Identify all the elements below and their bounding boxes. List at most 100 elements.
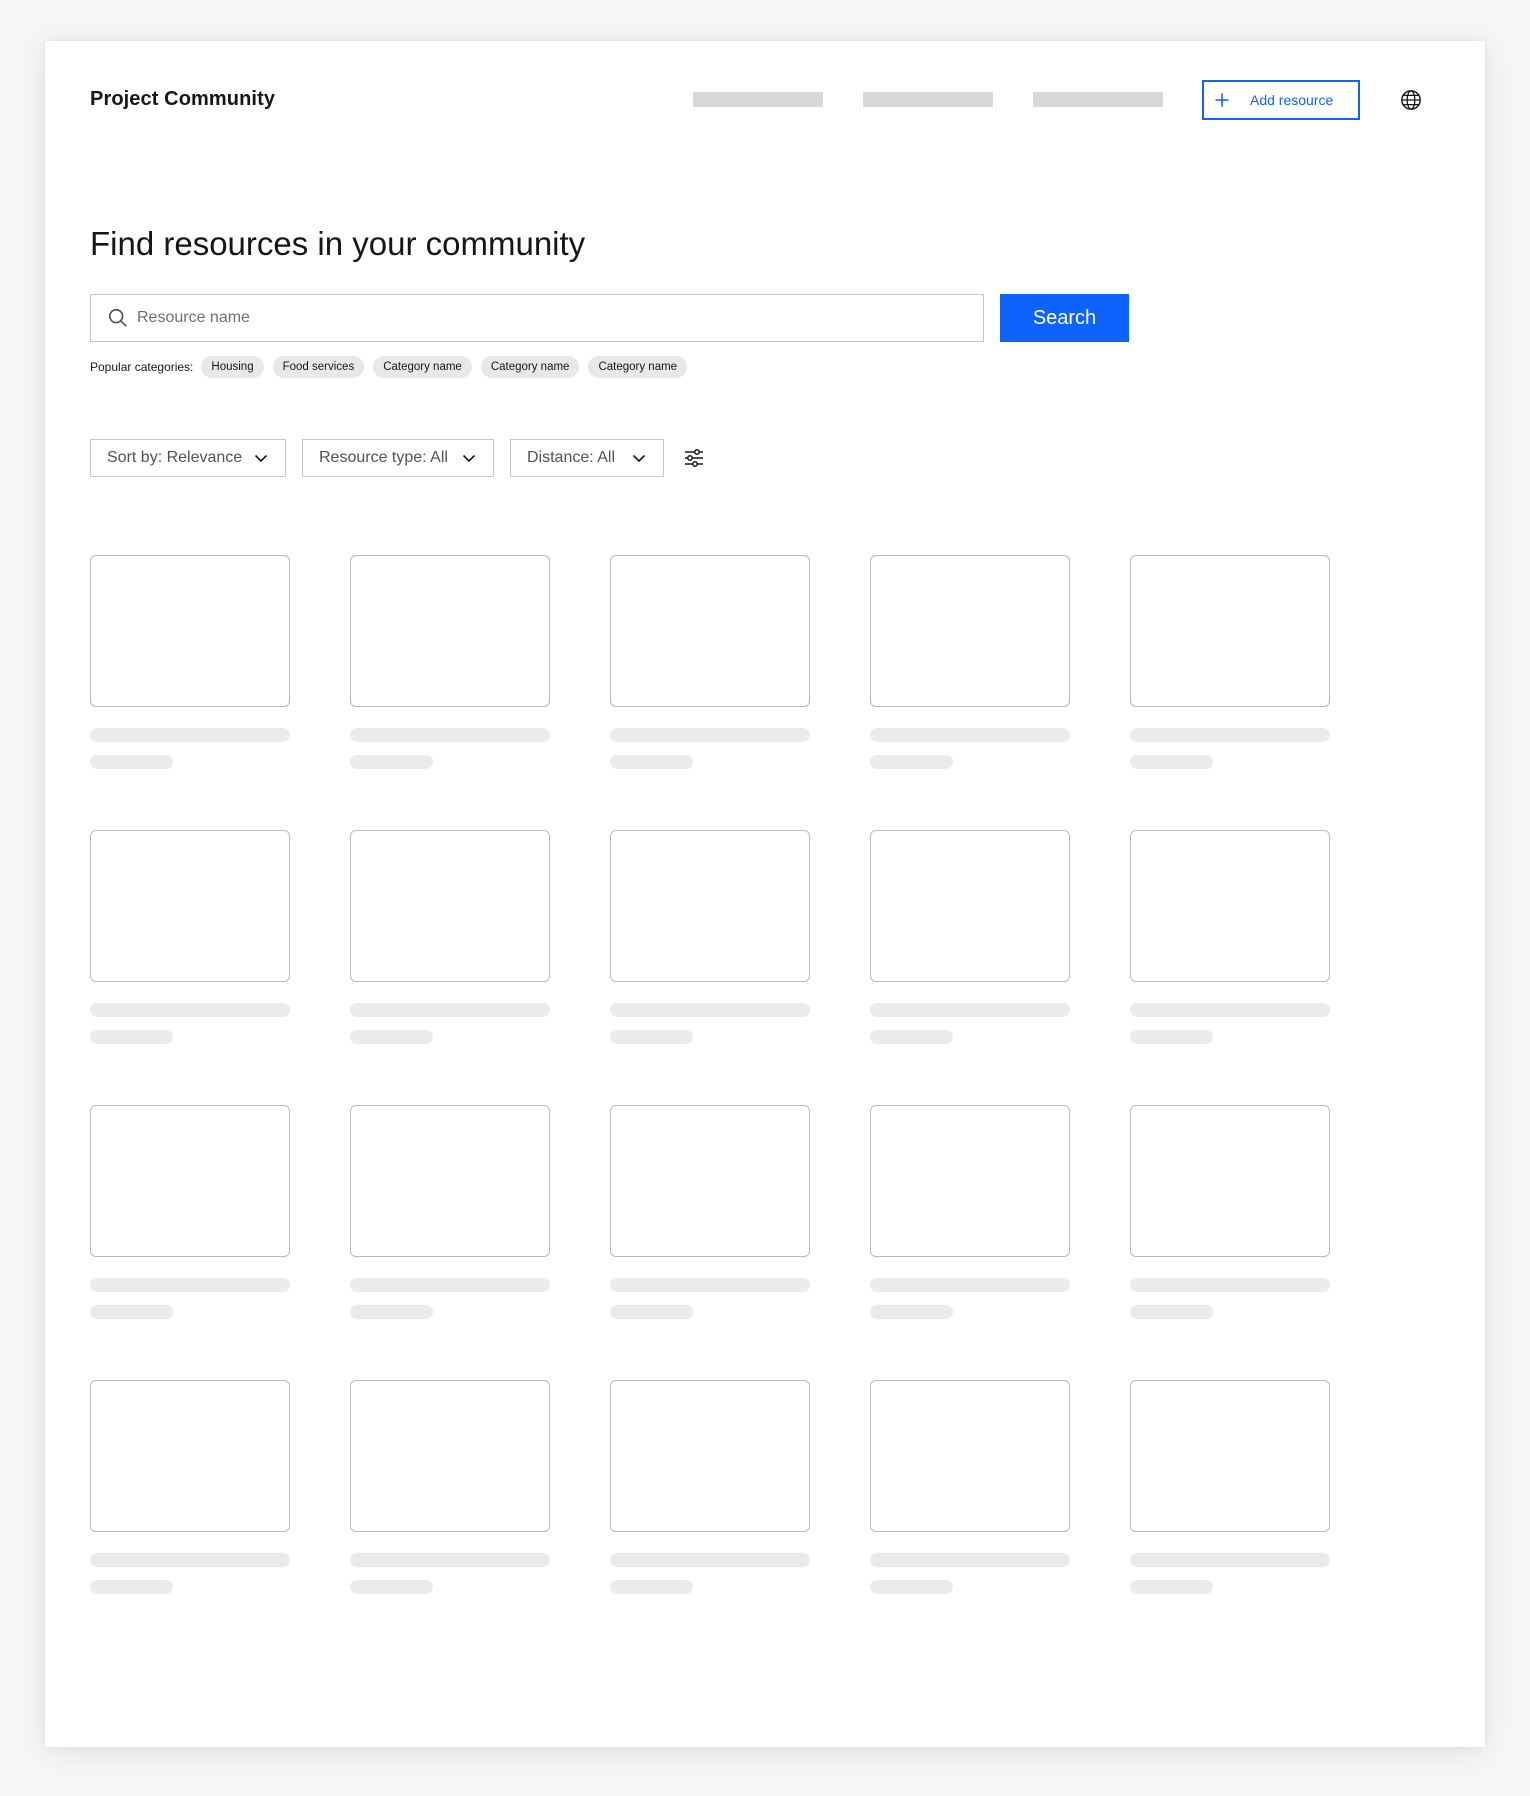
card-subtitle-placeholder [870,1580,953,1594]
card-subtitle-placeholder [1130,1305,1213,1319]
card-title-placeholder [870,1278,1070,1292]
card-image-placeholder [610,830,810,982]
category-chip[interactable]: Category name [373,356,472,378]
card-image-placeholder [610,555,810,707]
card-subtitle-placeholder [90,1030,173,1044]
result-card-placeholder[interactable] [610,1380,810,1594]
result-card-placeholder[interactable] [610,830,810,1044]
card-subtitle-placeholder [350,1305,433,1319]
filter-bar: Sort by: Relevance Resource type: All Di… [90,439,706,477]
logo[interactable]: Project Community [90,88,275,111]
card-image-placeholder [1130,555,1330,707]
card-image-placeholder [90,1105,290,1257]
card-image-placeholder [90,555,290,707]
card-subtitle-placeholder [1130,1030,1213,1044]
category-chip[interactable]: Category name [588,356,688,378]
card-subtitle-placeholder [350,755,433,769]
result-card-placeholder[interactable] [1130,830,1330,1044]
category-chip-housing[interactable]: Housing [201,356,264,378]
add-resource-button[interactable]: Add resource [1202,80,1360,120]
card-subtitle-placeholder [610,1030,693,1044]
card-title-placeholder [90,728,290,742]
card-image-placeholder [1130,830,1330,982]
card-title-placeholder [1130,728,1330,742]
search-input[interactable] [137,309,983,327]
result-card-placeholder[interactable] [90,1105,290,1319]
nav-item-placeholder[interactable] [693,92,823,107]
card-subtitle-placeholder [90,1580,173,1594]
card-title-placeholder [610,1003,810,1017]
nav-item-placeholder[interactable] [1033,92,1163,107]
result-card-placeholder[interactable] [90,1380,290,1594]
card-image-placeholder [350,830,550,982]
card-subtitle-placeholder [610,755,693,769]
card-title-placeholder [350,1278,550,1292]
card-title-placeholder [1130,1553,1330,1567]
card-title-placeholder [350,1003,550,1017]
search-icon [108,308,127,327]
card-image-placeholder [90,830,290,982]
chevron-down-icon [632,454,646,463]
card-image-placeholder [610,1380,810,1532]
page-frame: Project Community Add resource Find reso… [45,41,1485,1747]
card-subtitle-placeholder [1130,1580,1213,1594]
card-image-placeholder [870,1380,1070,1532]
result-card-placeholder[interactable] [1130,1105,1330,1319]
result-card-placeholder[interactable] [350,1105,550,1319]
plus-icon [1215,93,1229,107]
card-title-placeholder [610,1278,810,1292]
card-subtitle-placeholder [870,1030,953,1044]
card-title-placeholder [1130,1278,1330,1292]
popular-categories-label: Popular categories: [90,360,194,374]
result-card-placeholder[interactable] [1130,1380,1330,1594]
card-image-placeholder [870,1105,1070,1257]
card-subtitle-placeholder [870,755,953,769]
sort-dropdown[interactable]: Sort by: Relevance [90,439,286,477]
card-title-placeholder [870,1553,1070,1567]
card-image-placeholder [1130,1380,1330,1532]
header: Project Community Add resource [45,41,1485,161]
result-card-placeholder[interactable] [870,830,1070,1044]
category-chip[interactable]: Category name [480,356,580,378]
card-image-placeholder [350,1380,550,1532]
card-subtitle-placeholder [610,1305,693,1319]
result-card-placeholder[interactable] [870,555,1070,769]
distance-dropdown[interactable]: Distance: All [510,439,664,477]
result-card-placeholder[interactable] [610,555,810,769]
result-card-placeholder[interactable] [1130,555,1330,769]
result-card-placeholder[interactable] [90,830,290,1044]
popular-categories: Popular categories: Housing Food service… [90,356,696,378]
result-card-placeholder[interactable] [350,1380,550,1594]
card-image-placeholder [350,555,550,707]
card-title-placeholder [870,728,1070,742]
result-card-placeholder[interactable] [870,1105,1070,1319]
card-title-placeholder [350,728,550,742]
search-button[interactable]: Search [1000,294,1129,342]
card-title-placeholder [350,1553,550,1567]
card-image-placeholder [90,1380,290,1532]
category-chip-food-services[interactable]: Food services [272,356,365,378]
card-title-placeholder [90,1278,290,1292]
card-image-placeholder [870,555,1070,707]
card-subtitle-placeholder [610,1580,693,1594]
card-subtitle-placeholder [1130,755,1213,769]
resource-type-dropdown[interactable]: Resource type: All [302,439,494,477]
search-field[interactable] [90,294,984,342]
card-image-placeholder [350,1105,550,1257]
chevron-down-icon [254,454,268,463]
result-card-placeholder[interactable] [350,830,550,1044]
result-card-placeholder[interactable] [90,555,290,769]
result-card-placeholder[interactable] [350,555,550,769]
result-card-placeholder[interactable] [610,1105,810,1319]
card-title-placeholder [90,1003,290,1017]
globe-icon[interactable] [1400,89,1422,111]
filter-settings-icon[interactable] [682,446,706,470]
result-card-placeholder[interactable] [870,1380,1070,1594]
card-title-placeholder [610,728,810,742]
card-subtitle-placeholder [350,1030,433,1044]
nav-item-placeholder[interactable] [863,92,993,107]
card-title-placeholder [870,1003,1070,1017]
card-subtitle-placeholder [90,755,173,769]
card-title-placeholder [1130,1003,1330,1017]
page-title: Find resources in your community [90,225,586,262]
